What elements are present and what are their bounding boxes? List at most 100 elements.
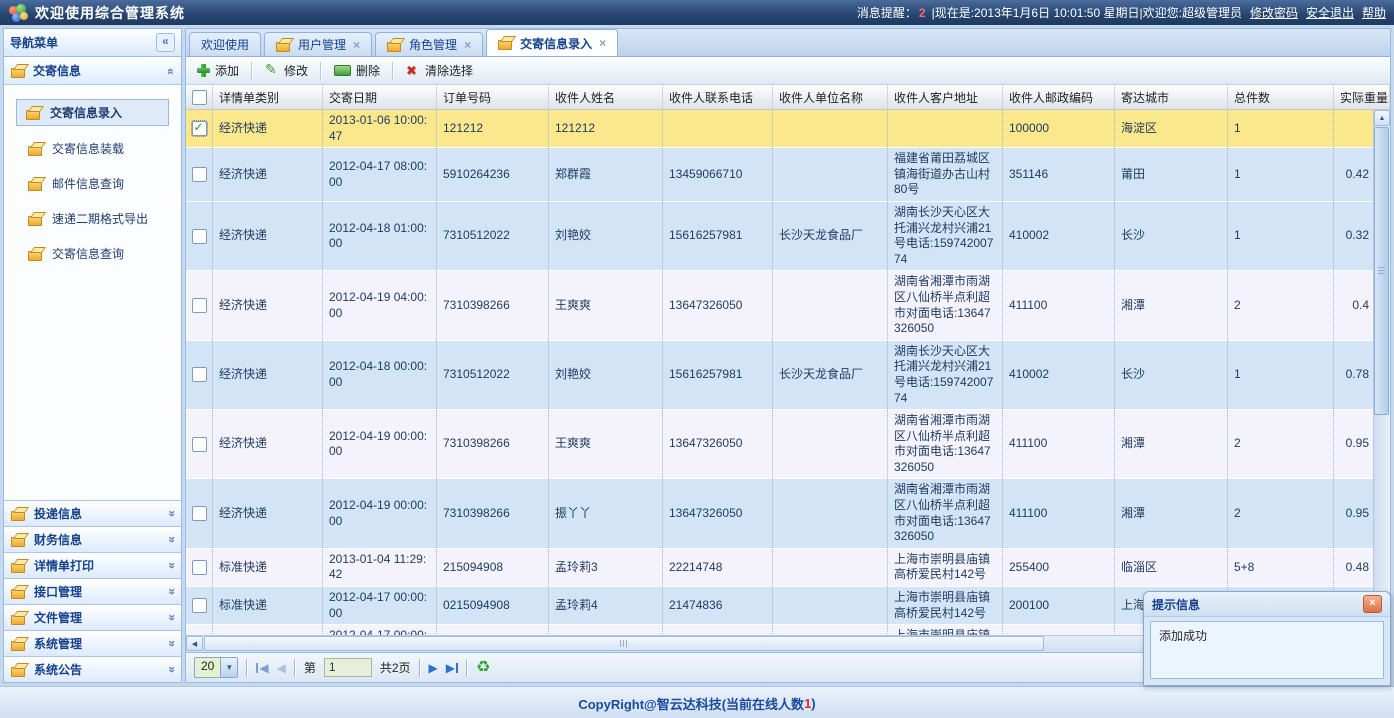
table-row[interactable]: 经济快递2012-04-19 00:00:007310398266振丫丫1364… [186,479,1390,548]
row-checkbox[interactable] [192,167,207,182]
sidebar-group-label: 接口管理 [34,583,82,600]
online-count: 1 [804,696,811,711]
page-size-select[interactable]: 20 [194,657,238,678]
column-header[interactable]: 订单号码 [437,85,549,109]
table-row[interactable]: 经济快递2012-04-17 08:00:005910264236郑群霞1345… [186,148,1390,202]
table-cell: 王爽爽 [549,410,663,478]
table-cell: 121212 [549,110,663,147]
column-header[interactable]: 总件数 [1228,85,1334,109]
table-row[interactable]: 经济快递2013-01-06 10:00:4712121212121210000… [186,110,1390,148]
horizontal-scroll-thumb[interactable] [204,636,1044,651]
table-row[interactable]: 经济快递2012-04-19 00:00:007310398266王爽爽1364… [186,410,1390,479]
column-header[interactable]: 寄达城市 [1115,85,1228,109]
column-header[interactable]: 收件人客户地址 [888,85,1003,109]
row-checkbox[interactable] [192,229,207,244]
page-number-input[interactable]: 1 [324,658,372,677]
sidebar-group-collapsed[interactable]: 系统公告 [4,656,181,682]
table-row[interactable]: 经济快递2012-04-19 04:00:007310398266王爽爽1364… [186,271,1390,340]
sidebar-item-label: 速递二期格式导出 [52,210,148,227]
table-cell: 2012-04-17 00:00:00 [323,587,437,624]
clear-button[interactable]: 清除选择 [401,60,478,81]
row-checkbox-cell [186,587,213,624]
sidebar-group-expanded[interactable]: 交寄信息 [4,57,181,85]
help-link[interactable]: 帮助 [1362,6,1386,20]
delete-button[interactable]: 删除 [329,60,385,81]
next-page-button[interactable] [429,661,438,675]
tab-home[interactable]: 欢迎使用 [189,32,261,56]
close-popup-icon[interactable] [1363,595,1382,613]
sidebar-group-collapsed[interactable]: 财务信息 [4,526,181,552]
vertical-scrollbar[interactable] [1373,110,1390,635]
table-row[interactable]: 标准快递2013-01-04 11:29:42215094908孟玲莉32221… [186,549,1390,587]
sidebar-group-collapsed[interactable]: 投递信息 [4,500,181,526]
close-tab-icon[interactable]: × [464,38,471,52]
scroll-up-icon[interactable] [1374,110,1390,126]
table-cell: 经济快递 [213,341,323,409]
table-cell: 200000 [1003,625,1115,635]
table-cell: 411100 [1003,479,1115,547]
add-button[interactable]: 添加 [192,60,244,81]
table-row[interactable]: 经济快递2012-04-18 00:00:007310512022刘艳姣1561… [186,341,1390,410]
table-cell: 2012-04-18 00:00:00 [323,341,437,409]
change-password-link[interactable]: 修改密码 [1250,6,1298,20]
prev-page-button[interactable] [277,661,286,675]
row-checkbox[interactable] [192,121,207,136]
message-count-badge[interactable]: 2 [919,6,926,20]
row-checkbox[interactable] [192,367,207,382]
tab-item[interactable]: 交寄信息录入 × [486,29,618,56]
close-tab-icon[interactable]: × [353,38,360,52]
sidebar-group-collapsed[interactable]: 接口管理 [4,578,181,604]
table-cell: 21474836 [663,587,773,624]
collapse-sidebar-icon[interactable] [156,33,175,52]
table-cell: 2012-04-19 04:00:00 [323,271,437,339]
sidebar-item[interactable]: 速递二期格式导出 [28,206,171,231]
sidebar-group-label: 投递信息 [34,505,82,522]
sidebar-item[interactable]: 交寄信息装载 [28,136,171,161]
edit-icon [265,64,279,77]
sidebar-group-collapsed[interactable]: 系统管理 [4,630,181,656]
package-icon [11,637,28,651]
edit-button[interactable]: 修改 [260,60,313,81]
tab-item[interactable]: 角色管理 × [375,32,483,56]
table-cell: 经济快递 [213,410,323,478]
tab-item[interactable]: 用户管理 × [264,32,372,56]
column-header[interactable]: 收件人联系电话 [663,85,773,109]
sidebar-group-collapsed[interactable]: 文件管理 [4,604,181,630]
table-cell: 1 [1228,202,1334,270]
table-cell: 13459066710 [663,148,773,201]
select-all-checkbox[interactable] [192,90,207,105]
column-header[interactable]: 收件人姓名 [549,85,663,109]
row-checkbox[interactable] [192,598,207,613]
chevron-down-icon[interactable] [220,658,237,677]
refresh-icon[interactable] [476,660,490,676]
tab-label: 用户管理 [298,36,346,53]
last-page-button[interactable] [446,661,458,675]
row-checkbox[interactable] [192,437,207,452]
row-checkbox[interactable] [192,298,207,313]
sidebar-item[interactable]: 交寄信息查询 [28,241,171,266]
column-header[interactable]: 详情单类别 [213,85,323,109]
table-cell: 孟玲莉5 [549,625,663,635]
logout-link[interactable]: 安全退出 [1306,6,1354,20]
package-icon [498,36,515,50]
column-header[interactable]: 交寄日期 [323,85,437,109]
close-tab-icon[interactable]: × [599,36,606,50]
row-checkbox[interactable] [192,560,207,575]
column-header[interactable]: 实际重量 [1334,85,1390,109]
row-checkbox[interactable] [192,506,207,521]
vertical-scroll-thumb[interactable] [1374,127,1389,415]
tab-label: 交寄信息录入 [520,35,592,52]
scroll-left-icon[interactable] [186,636,203,651]
sidebar-group-collapsed[interactable]: 详情单打印 [4,552,181,578]
sidebar-item[interactable]: 邮件信息查询 [28,171,171,196]
column-header[interactable]: 收件人单位名称 [773,85,888,109]
table-cell: 1 [1228,110,1334,147]
first-page-button[interactable] [256,661,268,675]
table-cell: 2012-04-19 00:00:00 [323,410,437,478]
table-cell: 郑群霞 [549,148,663,201]
sidebar-item[interactable]: 交寄信息录入 [16,99,169,126]
tab-label: 角色管理 [409,36,457,53]
table-cell: 411100 [1003,410,1115,478]
column-header[interactable]: 收件人邮政编码 [1003,85,1115,109]
table-row[interactable]: 经济快递2012-04-18 01:00:007310512022刘艳姣1561… [186,202,1390,271]
